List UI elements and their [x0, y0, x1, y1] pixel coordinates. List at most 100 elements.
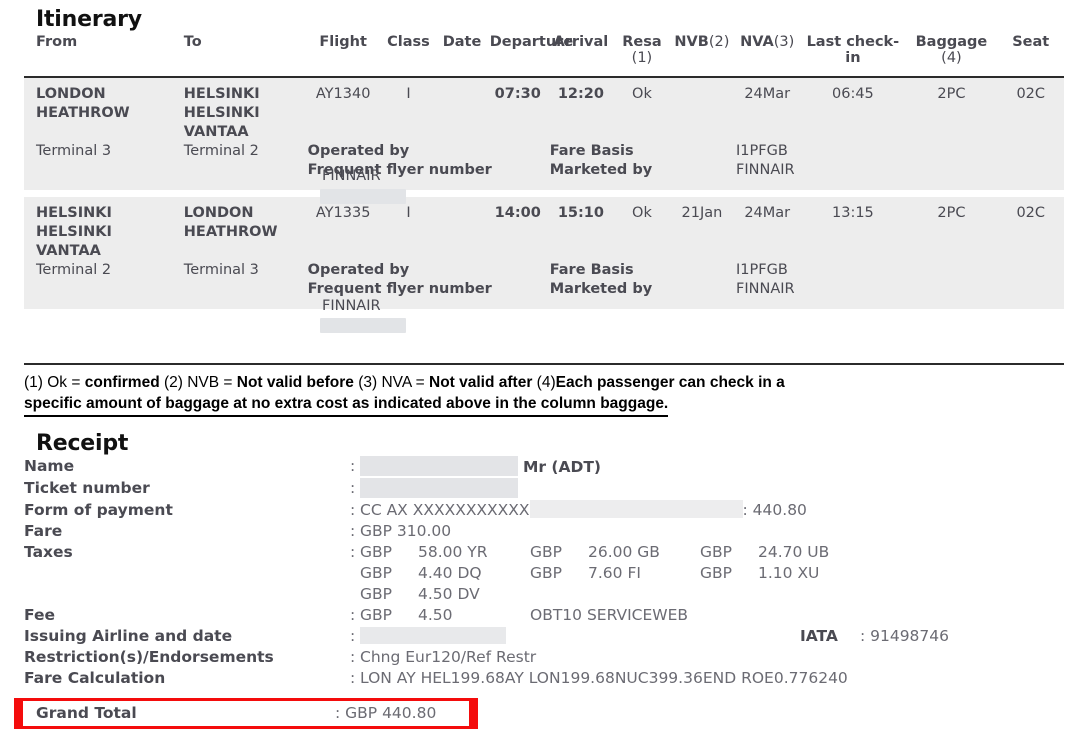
- receipt-row-ticket-number: Ticket number :: [24, 478, 1064, 500]
- itinerary-title: Itinerary: [36, 7, 142, 32]
- marketed-by-value: FINNAIR: [736, 162, 795, 178]
- segment-from-city: HELSINKI HELSINKI VANTAA: [24, 197, 172, 261]
- name-redaction: [360, 456, 518, 476]
- column-header-nva: NVA(3): [734, 32, 801, 78]
- grand-total-row: Grand Total : GBP 440.80: [23, 701, 469, 726]
- form-of-payment-amount: : 440.80: [742, 501, 807, 519]
- tax-amount: 7.60 FI: [588, 564, 641, 582]
- segment-row: HELSINKI HELSINKI VANTAA LONDON HEATHROW…: [24, 197, 1064, 261]
- card-number-redaction: [529, 500, 743, 518]
- segment-from-terminal: Terminal 3: [24, 142, 172, 180]
- tax-currency: GBP: [360, 585, 392, 603]
- receipt-row-issuing-airline: Issuing Airline and date : IATA: 9149874…: [24, 626, 1064, 647]
- segment-fare-values: I1PFGB FINNAIR: [734, 142, 998, 180]
- name-colon: :: [350, 457, 356, 475]
- grand-total-highlight-box: Grand Total : GBP 440.80: [14, 698, 478, 729]
- tax-currency: GBP: [700, 564, 732, 582]
- restrictions-colon: :: [350, 648, 356, 666]
- segment-filler: [997, 142, 1064, 180]
- legend-line-2: specific amount of baggage at no extra c…: [24, 393, 669, 417]
- column-header-date: Date: [436, 32, 488, 78]
- segment-seat: 02C: [997, 77, 1064, 142]
- taxes-label: Taxes: [24, 543, 73, 561]
- receipt-row-form-of-payment: Form of payment : CC AX XXXXXXXXXXX: 440…: [24, 500, 1064, 521]
- ticket-number-value: [360, 478, 1064, 500]
- segment-to-city: LONDON HEATHROW: [171, 197, 306, 261]
- fee-colon: :: [350, 606, 356, 624]
- receipt-row-fare-calculation: Fare Calculation : LON AY HEL199.68AY LO…: [24, 668, 1064, 689]
- segment-class: I: [380, 197, 437, 261]
- segment-from-city: LONDON HEATHROW: [24, 77, 172, 142]
- operated-by-value: FINNAIR: [322, 298, 381, 314]
- segment-nvb: 21Jan: [669, 197, 735, 261]
- fee-label: Fee: [24, 606, 55, 624]
- fee-value: GBP 4.50 OBT10 SERVICEWEB: [360, 605, 1064, 626]
- operated-by-label: Operated by: [307, 262, 410, 278]
- tax-amount: 24.70 UB: [758, 543, 830, 561]
- fare-value: GBP 310.00: [360, 522, 452, 540]
- segment-row: LONDON HEATHROW HELSINKI HELSINKI VANTAA…: [24, 77, 1064, 142]
- receipt-title: Receipt: [36, 431, 129, 456]
- receipt-row-fee: Fee : GBP 4.50 OBT10 SERVICEWEB: [24, 605, 1064, 626]
- receipt-row-restrictions: Restriction(s)/Endorsements : Chng Eur12…: [24, 647, 1064, 668]
- segment-detail-row: Terminal 2 Terminal 3 Operated by Freque…: [24, 261, 1064, 299]
- fare-label: Fare: [24, 522, 63, 540]
- segment-baggage: 2PC: [905, 77, 998, 142]
- form-of-payment-colon: :: [350, 501, 356, 519]
- segment-nva: 24Mar: [734, 197, 801, 261]
- name-value: Mr (ADT): [360, 456, 1064, 478]
- segment-class: I: [380, 77, 437, 142]
- segment-filler: [997, 261, 1064, 299]
- iata-value: 91498746: [870, 627, 950, 645]
- segment-date: [436, 197, 488, 261]
- segment-arrival: 15:10: [547, 197, 615, 261]
- fare-basis-value: I1PFGB: [736, 143, 788, 159]
- segment-gap: [24, 190, 1064, 197]
- segment-date: [436, 77, 488, 142]
- operated-by-label: Operated by: [307, 143, 410, 159]
- segment-resa: Ok: [614, 197, 670, 261]
- tax-currency: GBP: [700, 543, 732, 561]
- form-of-payment-label: Form of payment: [24, 501, 173, 519]
- fare-basis-label: Fare Basis: [549, 262, 634, 278]
- iata-label: IATA: [800, 627, 838, 645]
- iata-colon: :: [859, 627, 866, 645]
- fee-currency: GBP: [360, 606, 392, 624]
- tax-amount: 4.40 DQ: [418, 564, 482, 582]
- legend-notes: (1) Ok = confirmed (2) NVB = Not valid b…: [24, 363, 1064, 417]
- tax-amount: 4.50 DV: [418, 585, 480, 603]
- ticket-number-label: Ticket number: [24, 479, 150, 497]
- tax-currency: GBP: [530, 543, 562, 561]
- fare-colon: :: [350, 522, 356, 540]
- column-header-seat: Seat: [997, 32, 1064, 78]
- issuing-airline-redaction: [360, 627, 506, 644]
- column-header-flight: Flight: [305, 32, 381, 78]
- segment-flight: AY1335: [305, 197, 381, 261]
- tax-amount: 26.00 GB: [588, 543, 660, 561]
- ticket-number-redaction: [360, 478, 518, 498]
- tax-currency: GBP: [360, 564, 392, 582]
- taxes-value: GBP 58.00 YR GBP 26.00 GB GBP 24.70 UB GBP 4.4…: [360, 542, 1064, 605]
- segment-to-terminal: Terminal 3: [171, 261, 306, 299]
- segment-fare-info: Fare Basis Marketed by: [547, 261, 735, 299]
- grand-total-label: Grand Total: [36, 704, 137, 722]
- grand-total-value: : GBP 440.80: [335, 704, 437, 722]
- segment-arrival: 12:20: [547, 77, 615, 142]
- receipt-table: Name : Mr (ADT) Ticket number : Form of …: [24, 456, 1064, 689]
- issuing-airline-label: Issuing Airline and date: [24, 627, 233, 645]
- column-header-resa: Resa (1): [614, 32, 670, 78]
- tax-line: GBP 58.00 YR GBP 26.00 GB GBP 24.70 UB: [360, 542, 1064, 563]
- taxes-grid: GBP 58.00 YR GBP 26.00 GB GBP 24.70 UB GBP 4.4…: [360, 542, 1064, 605]
- itinerary-header-row: From To Flight Class Date Departure Arri…: [24, 32, 1064, 78]
- frequent-flyer-redaction: [320, 189, 406, 204]
- marketed-by-label: Marketed by: [549, 281, 653, 297]
- name-label: Name: [24, 457, 75, 475]
- segment-flight: AY1340: [305, 77, 381, 142]
- fare-basis-value: I1PFGB: [736, 262, 788, 278]
- issuing-airline-colon: :: [350, 627, 356, 645]
- segment-detail-row: Terminal 3 Terminal 2 Operated by Freque…: [24, 142, 1064, 180]
- column-header-departure: Departure: [487, 32, 573, 78]
- itinerary-table: From To Flight Class Date Departure Arri…: [24, 32, 1064, 309]
- segment-last-check-in: 13:15: [800, 197, 906, 261]
- tax-amount: 58.00 YR: [418, 543, 488, 561]
